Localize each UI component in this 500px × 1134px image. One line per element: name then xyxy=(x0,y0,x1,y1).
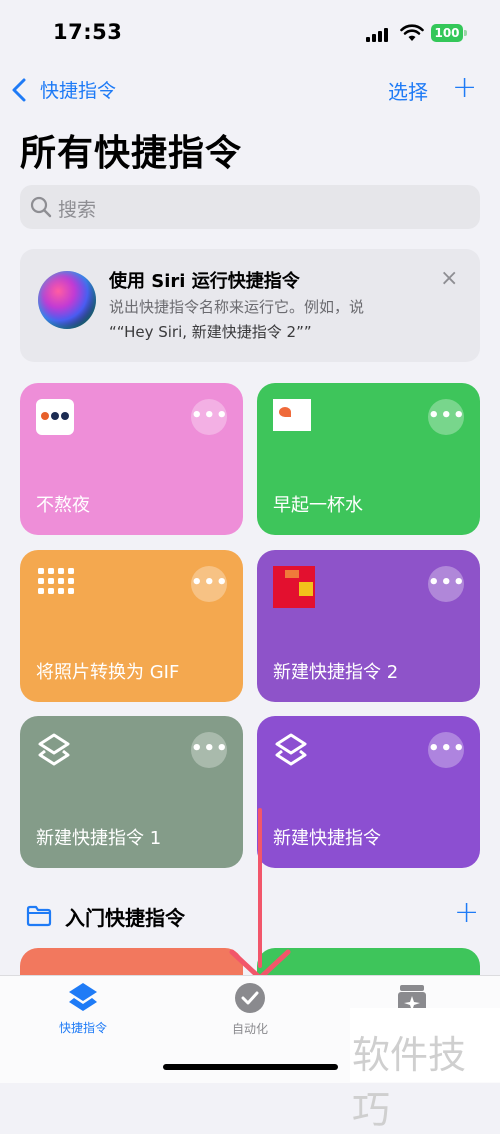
section-title: 入门快捷指令 xyxy=(65,906,185,930)
more-options-button[interactable]: ••• xyxy=(191,566,228,602)
app-logo-icon xyxy=(273,399,311,431)
back-button[interactable]: 快捷指令 xyxy=(40,76,116,103)
shortcut-label: 将照片转换为 GIF xyxy=(36,662,180,683)
shortcut-label: 不熬夜 xyxy=(36,495,90,516)
annotation-arrow xyxy=(258,808,262,968)
shortcut-tile[interactable]: ••• 早起一杯水 xyxy=(257,383,480,535)
shortcut-tile[interactable]: ••• 不熬夜 xyxy=(20,383,243,535)
shortcut-label: 早起一杯水 xyxy=(273,495,363,516)
add-starter-shortcut-button[interactable]: + xyxy=(454,898,479,928)
shortcut-tile[interactable]: ••• 新建快捷指令 xyxy=(257,716,480,868)
battery-tip xyxy=(464,30,467,36)
siri-card-example: ““Hey Siri, 新建快捷指令 2”” xyxy=(109,323,312,341)
folder-icon xyxy=(26,905,52,927)
shortcut-tile[interactable]: ••• 将照片转换为 GIF xyxy=(20,550,243,702)
more-options-button[interactable]: ••• xyxy=(191,399,228,435)
close-icon[interactable]: × xyxy=(440,266,458,291)
cellular-signal-icon xyxy=(366,28,392,42)
layers-filled-icon xyxy=(69,983,97,1011)
layers-icon xyxy=(38,733,70,766)
battery-indicator: 100 xyxy=(431,24,463,42)
back-chevron-icon[interactable] xyxy=(10,77,28,103)
home-indicator xyxy=(163,1064,338,1070)
shortcut-label: 新建快捷指令 xyxy=(273,828,381,849)
more-options-button[interactable]: ••• xyxy=(428,566,465,602)
more-options-button[interactable]: ••• xyxy=(428,399,465,435)
page-title: 所有快捷指令 xyxy=(20,133,243,174)
add-shortcut-button[interactable]: + xyxy=(452,73,477,103)
shortcut-label: 新建快捷指令 2 xyxy=(273,662,399,683)
shortcut-tile[interactable]: ••• 新建快捷指令 2 xyxy=(257,550,480,702)
clock-check-icon xyxy=(235,983,265,1013)
app-logo-icon xyxy=(36,399,74,435)
watermark-text: 软件技巧 xyxy=(352,1033,467,1132)
search-input[interactable]: 搜索 xyxy=(58,195,96,222)
shortcut-label: 新建快捷指令 1 xyxy=(36,828,162,849)
layers-icon xyxy=(275,733,307,766)
tab-label: 快捷指令 xyxy=(58,1021,107,1035)
grid-icon xyxy=(38,568,74,594)
tab-label: 自动化 xyxy=(231,1022,268,1036)
status-time: 17:53 xyxy=(53,20,123,44)
app-logo-icon xyxy=(273,566,315,608)
siri-icon xyxy=(38,271,96,329)
tab-shortcuts[interactable]: 快捷指令 xyxy=(43,980,123,1040)
wifi-icon xyxy=(400,24,424,41)
shortcut-tile[interactable]: ••• 新建快捷指令 1 xyxy=(20,716,243,868)
more-options-button[interactable]: ••• xyxy=(428,732,465,768)
search-icon xyxy=(30,196,52,218)
select-button[interactable]: 选择 xyxy=(388,76,428,105)
siri-card-title: 使用 Siri 运行快捷指令 xyxy=(109,271,300,292)
siri-card-description: 说出快捷指令名称来运行它。例如，说 xyxy=(109,298,365,316)
more-options-button[interactable]: ••• xyxy=(191,732,228,768)
tab-automation[interactable]: 自动化 xyxy=(210,982,290,1042)
